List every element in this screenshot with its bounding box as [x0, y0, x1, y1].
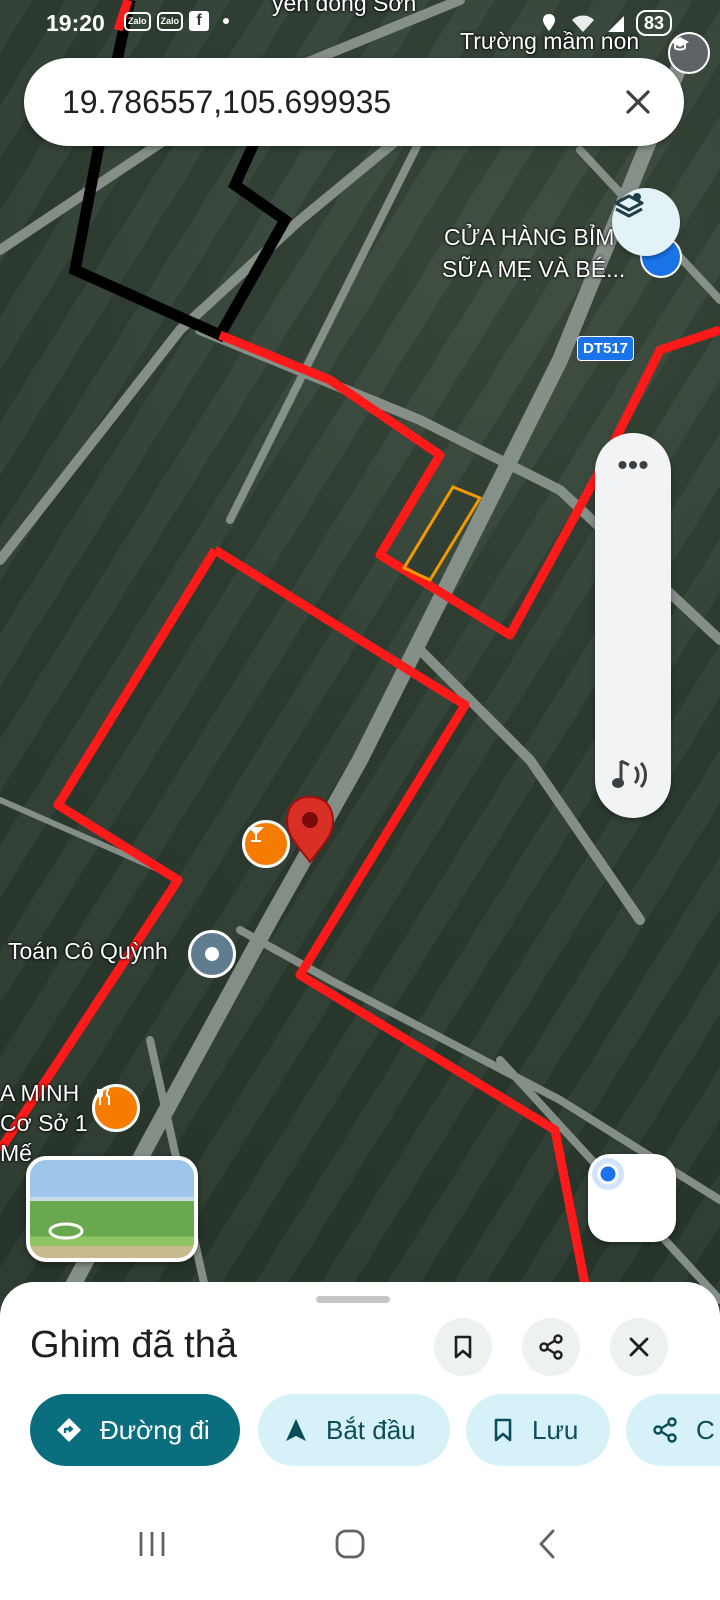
restaurant-icon[interactable] — [92, 1084, 140, 1132]
start-button[interactable]: Bắt đầu — [258, 1394, 450, 1466]
my-location-button[interactable] — [588, 1154, 676, 1242]
map-label-cut: Mế — [0, 1140, 32, 1166]
share-icon — [653, 1417, 677, 1443]
bookmark-icon — [494, 1418, 512, 1442]
black-boundary — [68, 0, 293, 343]
start-label: Bắt đầu — [326, 1414, 416, 1445]
share-icon — [539, 1334, 563, 1360]
directions-icon — [57, 1418, 81, 1442]
close-icon — [626, 90, 650, 114]
navigation-arrow-icon — [286, 1419, 306, 1441]
status-app-icons: Zalo Zalo f — [124, 11, 230, 31]
sound-icon[interactable] — [609, 755, 657, 795]
close-sheet-button[interactable] — [610, 1318, 668, 1376]
notification-dot-icon — [223, 18, 230, 24]
share-button[interactable]: C — [626, 1394, 720, 1466]
my-location-icon — [592, 1158, 624, 1190]
back-icon — [539, 1529, 555, 1559]
home-button[interactable] — [320, 1514, 380, 1574]
more-options-icon[interactable]: ••• — [595, 451, 671, 481]
place-title: Ghim đã thả — [30, 1324, 237, 1366]
search-query[interactable]: 19.786557,105.699935 — [62, 84, 391, 121]
map-label-tutor[interactable]: Toán Cô Quỳnh — [8, 938, 168, 965]
place-marker-icon[interactable] — [188, 930, 236, 978]
status-time: 19:20 — [46, 10, 105, 36]
bar-icon[interactable] — [242, 820, 290, 868]
map-label-restaurant-line1[interactable]: A MINH — [0, 1080, 79, 1107]
save-button[interactable]: Lưu — [466, 1394, 610, 1466]
layers-button[interactable] — [612, 188, 680, 256]
recent-apps-button[interactable] — [122, 1514, 182, 1574]
bookmark-icon — [454, 1335, 472, 1359]
map-label-shop-line2[interactable]: SỮA MẸ VÀ BÉ... — [442, 256, 625, 283]
map-label-shop-line1[interactable]: CỬA HÀNG BỈM — [444, 224, 614, 251]
zalo-icon: Zalo — [124, 11, 151, 31]
battery-level: 83 — [635, 10, 672, 36]
directions-button[interactable]: Đường đi — [30, 1394, 240, 1466]
save-icon-button[interactable] — [434, 1318, 492, 1376]
map-label-restaurant-line2[interactable]: Cơ Sở 1 — [0, 1110, 88, 1137]
street-view-thumbnail[interactable] — [26, 1156, 198, 1262]
layers-icon — [614, 193, 644, 218]
recent-apps-icon — [139, 1532, 165, 1556]
close-icon — [629, 1337, 649, 1357]
back-button[interactable] — [518, 1514, 578, 1574]
save-label: Lưu — [532, 1414, 579, 1445]
directions-label: Đường đi — [100, 1414, 210, 1445]
status-right: 83 — [538, 10, 672, 36]
zalo-icon: Zalo — [156, 11, 184, 31]
street-view-360-icon — [48, 1222, 84, 1240]
facebook-icon: f — [189, 11, 210, 31]
route-shield: DT517 — [577, 336, 635, 361]
system-navigation-bar — [0, 1492, 720, 1600]
dropped-pin-icon — [285, 795, 335, 864]
clear-search-button[interactable] — [612, 76, 664, 128]
location-status-icon — [542, 14, 555, 31]
status-bar: 19:20 Zalo Zalo f 83 — [0, 0, 720, 48]
home-icon — [335, 1529, 365, 1559]
map-view[interactable]: yên đồng Sơn Trường mầm non CỬA HÀNG BỈM… — [0, 0, 720, 1310]
map-side-panel: ••• — [595, 433, 671, 818]
share-label: C — [696, 1414, 715, 1445]
wifi-icon — [571, 15, 594, 32]
sheet-drag-handle[interactable] — [316, 1296, 390, 1303]
search-bar[interactable]: 19.786557,105.699935 — [24, 58, 684, 146]
signal-icon — [607, 16, 624, 32]
share-icon-button[interactable] — [522, 1318, 580, 1376]
